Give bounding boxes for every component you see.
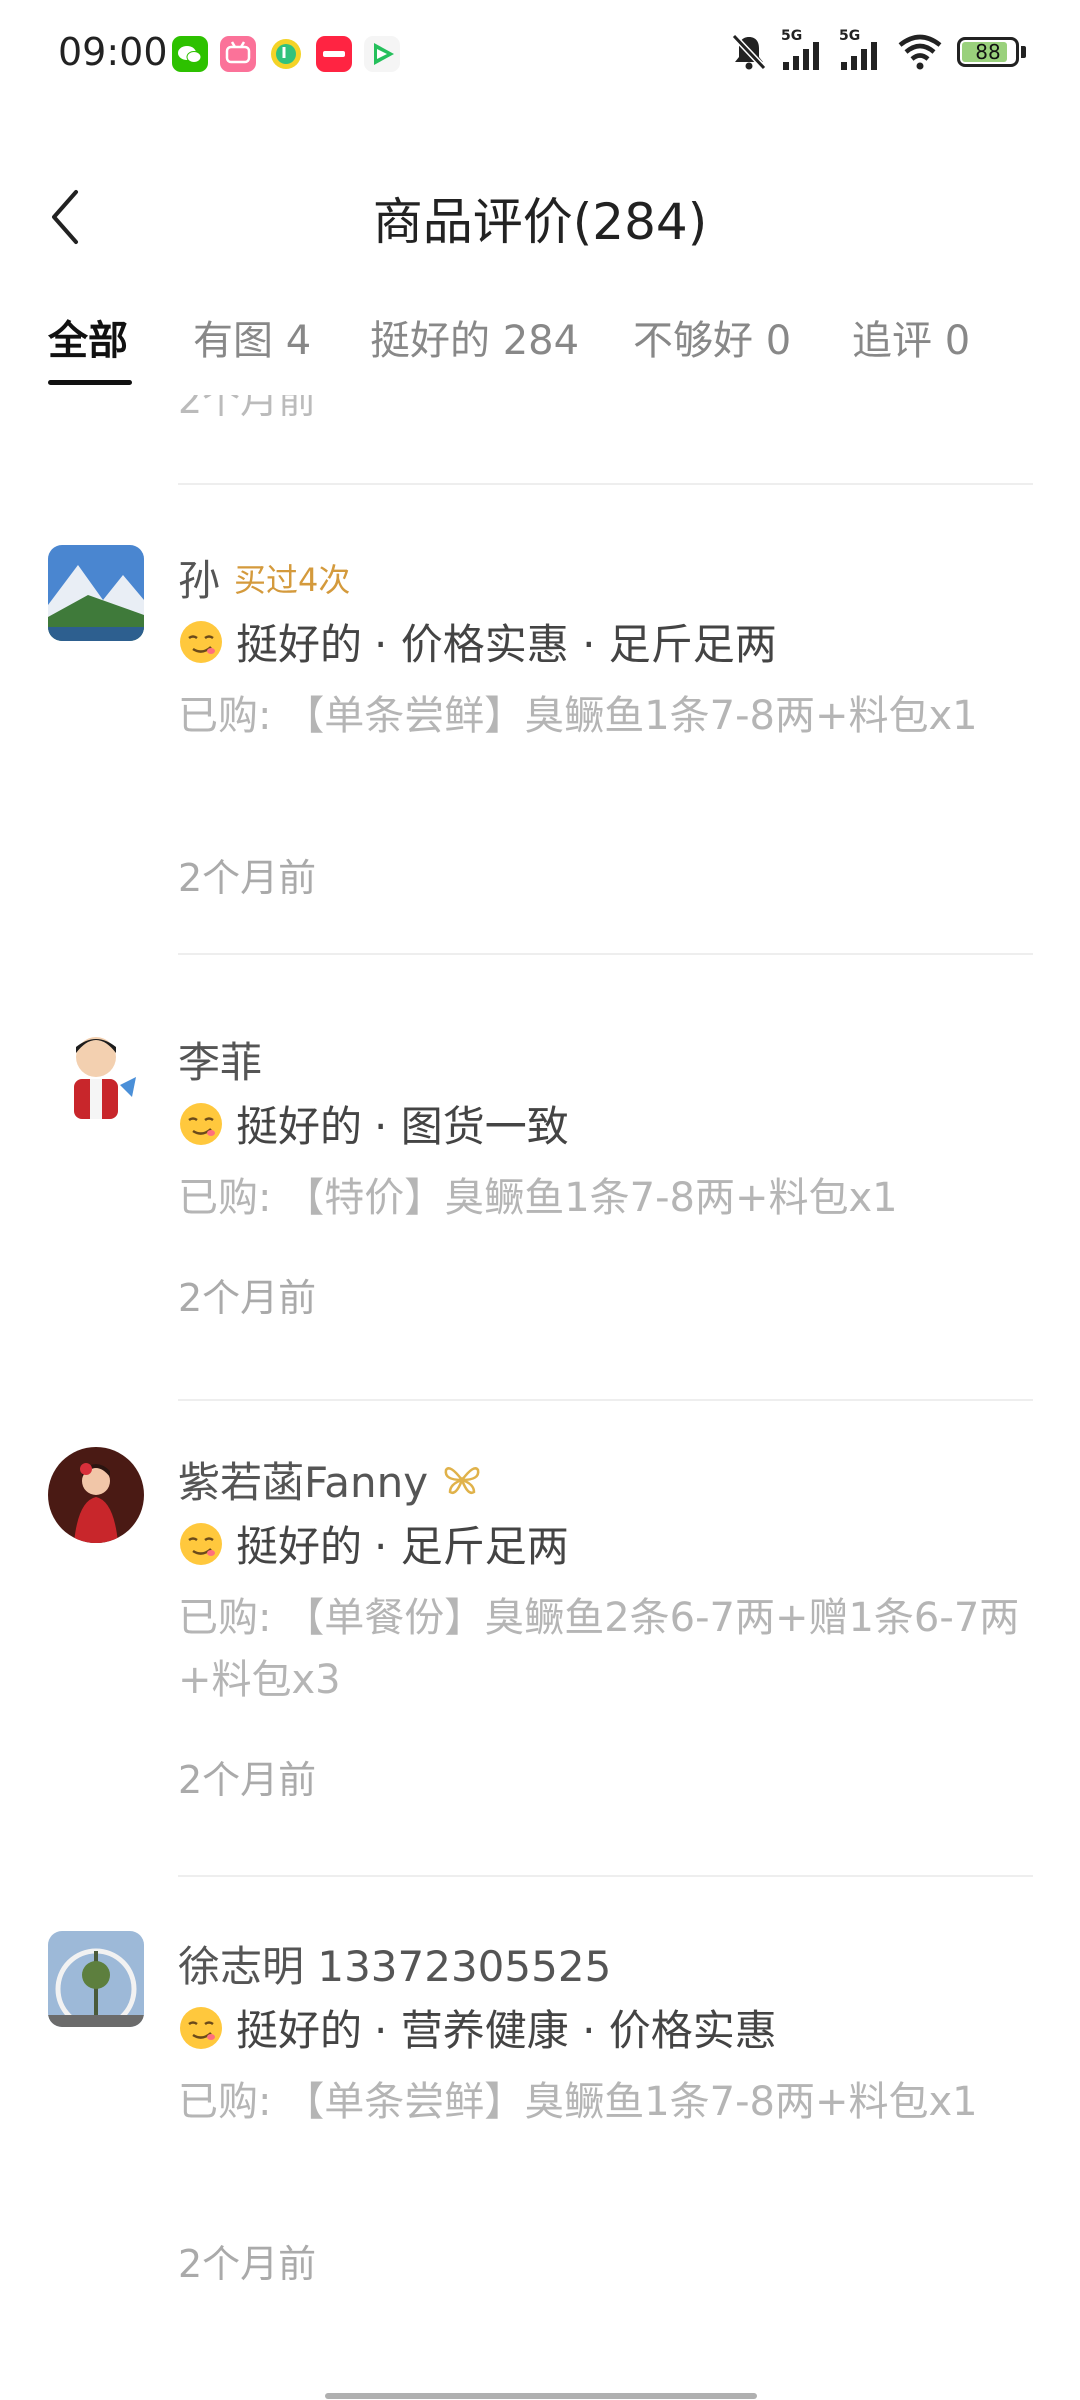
qq-music-icon bbox=[268, 36, 304, 72]
purchased-item: 已购: 【特价】臭鳜鱼1条7-8两+料包x1 bbox=[178, 1175, 898, 1221]
rating-label: 挺好的 bbox=[236, 620, 363, 669]
review-item[interactable]: 李菲 挺好的 · 图货一致 已购: 【特价】臭鳜鱼1条7-8两+料包x1 2个月… bbox=[0, 1027, 1080, 1320]
reviewer-name: 紫若菡Fanny bbox=[178, 1458, 429, 1507]
signal-icon: 5G bbox=[781, 28, 825, 72]
reviewer-row: 孙 买过4次 bbox=[178, 547, 350, 608]
purchased-item: 已购: 【单条尝鲜】臭鳜鱼1条7-8两+料包x1 bbox=[178, 693, 978, 739]
reviewer-name: 徐志明 13372305525 bbox=[178, 1942, 612, 1991]
battery-tip bbox=[1021, 46, 1026, 58]
divider bbox=[178, 1399, 1033, 1401]
rating-row: 挺好的 · 营养健康 · 价格实惠 bbox=[178, 1997, 777, 2058]
review-time: 2个月前 bbox=[178, 1276, 317, 1320]
avatar[interactable] bbox=[48, 545, 144, 641]
wifi-icon bbox=[898, 34, 942, 70]
reviewer-row: 紫若菡Fanny bbox=[178, 1449, 482, 1510]
page-header: 商品评价(284) bbox=[0, 160, 1080, 270]
satisfied-face-icon bbox=[180, 620, 222, 663]
tab-negative[interactable]: 不够好 0 bbox=[633, 308, 791, 366]
wechat-icon bbox=[172, 36, 208, 72]
review-item[interactable]: 紫若菡Fanny 挺好的 · 足斤足两 已购: 【单餐份】臭鳜鱼2条6-7两+赠… bbox=[0, 1447, 1080, 1802]
satisfied-face-icon bbox=[180, 2006, 222, 2049]
tab-all[interactable]: 全部 bbox=[48, 308, 128, 366]
rating-tags: · 足斤足两 bbox=[374, 1522, 569, 1571]
reviewer-name: 李菲 bbox=[178, 1038, 263, 1087]
xiaohongshu-icon bbox=[316, 36, 352, 72]
review-filter-tabs: 全部 有图 4 挺好的 284 不够好 0 追评 0 bbox=[0, 300, 1080, 390]
reviewer-name: 孙 bbox=[178, 556, 221, 605]
purchased-item: 已购: 【单餐份】臭鳜鱼2条6-7两+赠1条6-7两+料包x3 bbox=[178, 1595, 1020, 1703]
review-time: 2个月前 bbox=[178, 1758, 317, 1802]
review-time: 2个月前 bbox=[178, 395, 317, 422]
mute-bell-icon bbox=[731, 33, 767, 71]
review-item[interactable]: 徐志明 13372305525 挺好的 · 营养健康 · 价格实惠 已购: 【单… bbox=[0, 1931, 1080, 2286]
divider bbox=[178, 483, 1033, 485]
review-time: 2个月前 bbox=[178, 2242, 317, 2286]
rating-tags: · 图货一致 bbox=[374, 1102, 569, 1151]
rating-label: 挺好的 bbox=[236, 2006, 363, 2055]
review-list[interactable]: 2个月前 孙 买过4次 挺好的 · 价格实惠 · 足斤足两 已购: 【单条尝鲜】… bbox=[0, 395, 1080, 2355]
home-indicator[interactable] bbox=[325, 2393, 757, 2399]
tab-with-images[interactable]: 有图 4 bbox=[193, 308, 311, 366]
page-title: 商品评价(284) bbox=[372, 193, 708, 251]
signal-icon-2: 5G bbox=[839, 28, 883, 72]
status-bar: 09:00 5G 5G 88 bbox=[0, 0, 1080, 110]
divider bbox=[178, 953, 1033, 955]
tab-positive[interactable]: 挺好的 284 bbox=[370, 308, 579, 366]
avatar[interactable] bbox=[48, 1931, 144, 2027]
battery-level: 88 bbox=[975, 40, 1001, 64]
purchased-item: 已购: 【单条尝鲜】臭鳜鱼1条7-8两+料包x1 bbox=[178, 2079, 978, 2125]
notification-app-icons bbox=[172, 36, 400, 72]
active-tab-indicator bbox=[48, 380, 132, 385]
review-time: 2个月前 bbox=[178, 856, 317, 900]
reviewer-row: 徐志明 13372305525 bbox=[178, 1933, 611, 1994]
avatar[interactable] bbox=[48, 1447, 144, 1543]
rating-label: 挺好的 bbox=[236, 1522, 363, 1571]
system-icons: 5G 5G 88 bbox=[731, 28, 1026, 72]
tab-follow-up[interactable]: 追评 0 bbox=[852, 308, 970, 366]
review-item[interactable]: 孙 买过4次 挺好的 · 价格实惠 · 足斤足两 已购: 【单条尝鲜】臭鳜鱼1条… bbox=[0, 545, 1080, 900]
satisfied-face-icon bbox=[180, 1522, 222, 1565]
tencent-video-icon bbox=[364, 36, 400, 72]
satisfied-face-icon bbox=[180, 1102, 222, 1145]
bilibili-icon bbox=[220, 36, 256, 72]
repeat-buyer-badge: 买过4次 bbox=[234, 560, 351, 599]
rating-tags: · 营养健康 · 价格实惠 bbox=[374, 2006, 777, 2055]
rating-row: 挺好的 · 图货一致 bbox=[178, 1093, 569, 1154]
rating-tags: · 价格实惠 · 足斤足两 bbox=[374, 620, 777, 669]
reviewer-row: 李菲 bbox=[178, 1029, 262, 1090]
avatar[interactable] bbox=[48, 1027, 144, 1123]
rating-label: 挺好的 bbox=[236, 1102, 363, 1151]
rating-row: 挺好的 · 价格实惠 · 足斤足两 bbox=[178, 611, 777, 672]
battery-icon: 88 bbox=[957, 37, 1019, 67]
member-butterfly-icon bbox=[444, 1466, 480, 1494]
rating-row: 挺好的 · 足斤足两 bbox=[178, 1513, 569, 1574]
status-time: 09:00 bbox=[58, 30, 168, 74]
divider bbox=[178, 1875, 1033, 1877]
